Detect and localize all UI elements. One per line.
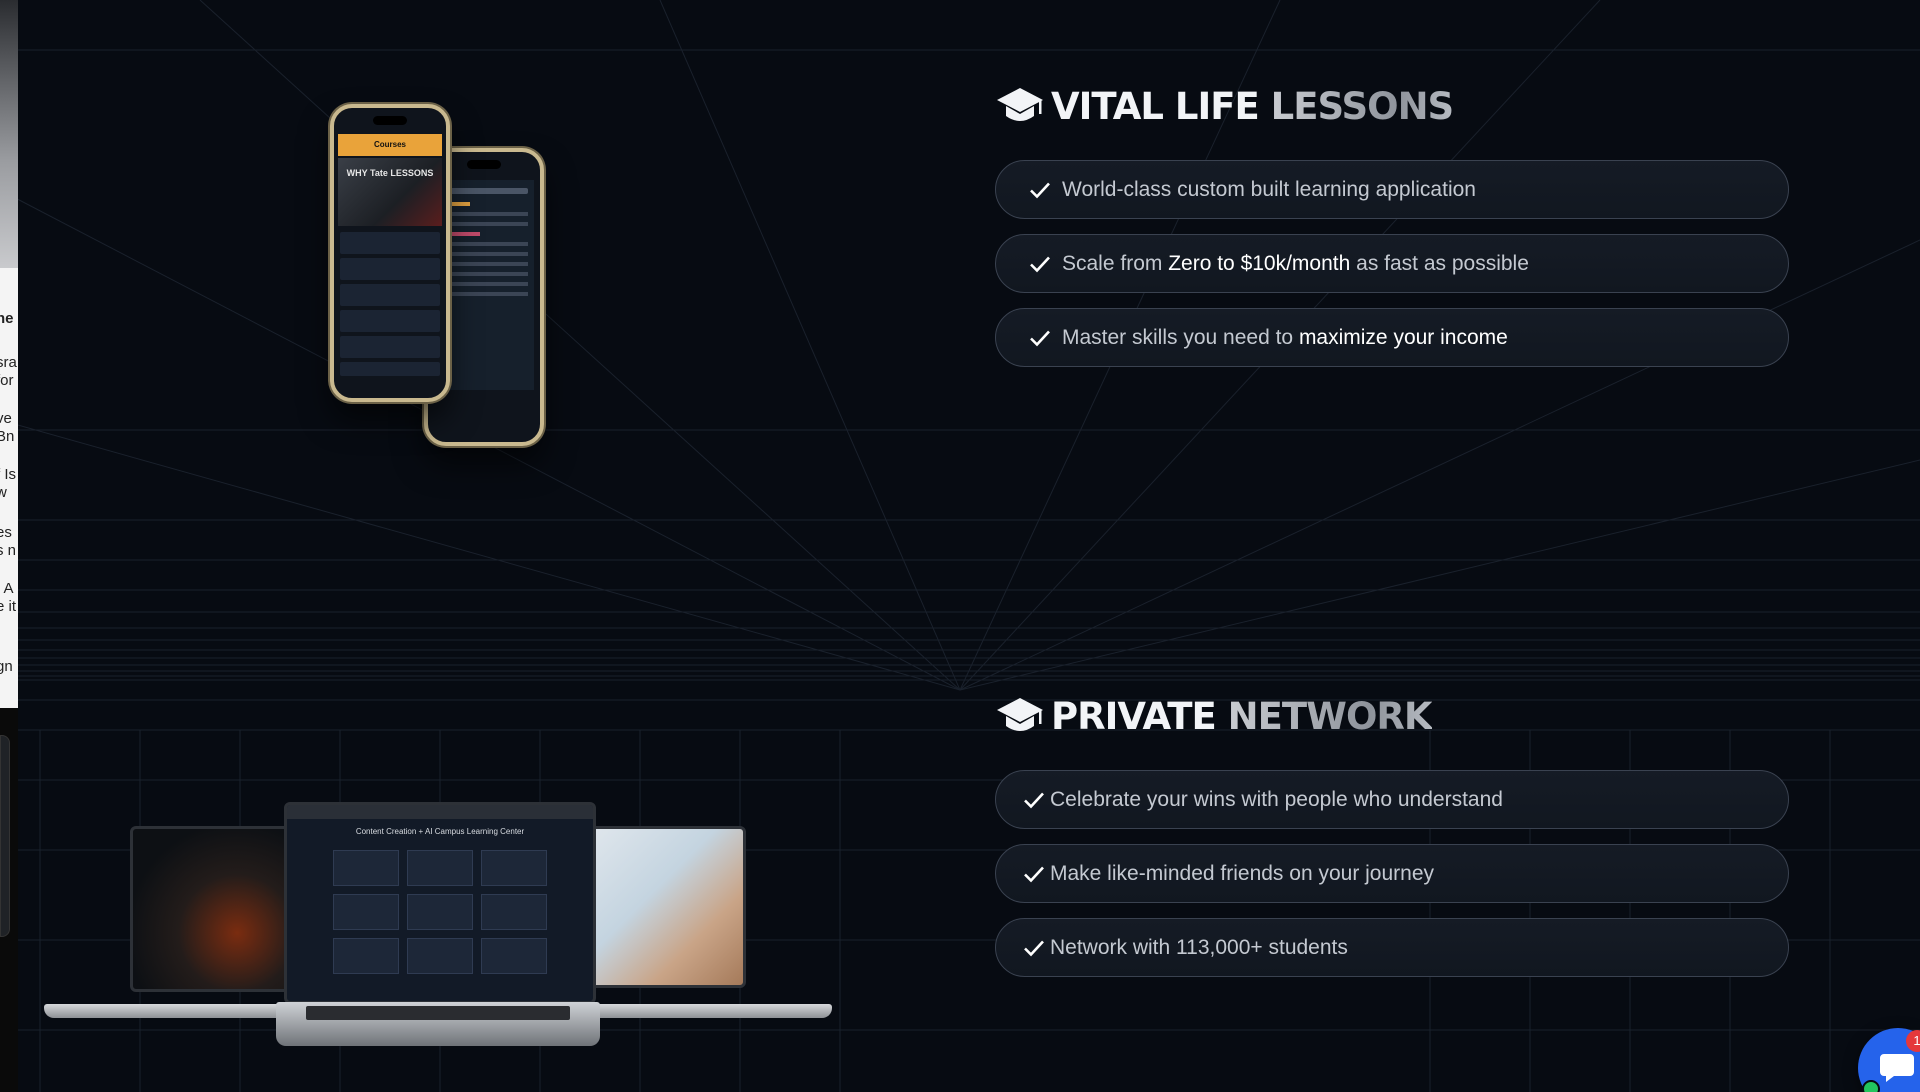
phone-input-row [340, 362, 440, 376]
laptop-right-screen [590, 826, 746, 988]
feature-pill: Scale from Zero to $10k/month as fast as… [995, 234, 1789, 293]
sliver-text: e it [0, 598, 17, 615]
laptop-left-screen [130, 826, 296, 992]
check-icon [1030, 256, 1050, 272]
sliver-text: Bn [0, 428, 15, 445]
feature-text: World-class custom built learning applic… [1062, 177, 1476, 201]
section-title-secondary: LESSONS [1270, 84, 1455, 128]
course-tile [333, 850, 399, 886]
section-title: PRIVATE NETWORK [1051, 694, 1433, 738]
sliver-text: f Is [0, 466, 17, 483]
phone-list-row [340, 232, 440, 254]
laptop-left-base [44, 1004, 300, 1018]
chat-icon [1880, 1054, 1914, 1082]
phone-list-row [340, 284, 440, 306]
sliver-text: sra [0, 354, 17, 371]
feature-pill: Make like-minded friends on your journey [995, 844, 1789, 903]
course-tile [407, 938, 473, 974]
phone-list-row [340, 310, 440, 332]
sliver-scroll-panel [0, 735, 10, 937]
section-title-secondary: NETWORK [1227, 694, 1433, 738]
laptop-keyboard [306, 1006, 570, 1020]
sliver-text: for [0, 372, 14, 389]
sliver-text: es [0, 524, 12, 541]
adjacent-window-sliver: ne sra for ve Bn f Is w es s n , A e it … [0, 0, 18, 1092]
section-title-primary: PRIVATE [1051, 694, 1217, 738]
check-icon [1024, 866, 1044, 882]
phone-front: Courses WHY Tate LESSONS [330, 104, 450, 402]
laptop-center-base [276, 1002, 600, 1046]
browser-bar [287, 805, 593, 819]
sliver-text: w [0, 484, 7, 501]
feature-text: Celebrate your wins with people who unde… [1050, 787, 1503, 811]
feature-pill: Celebrate your wins with people who unde… [995, 770, 1789, 829]
feature-text: Scale from Zero to $10k/month as fast as… [1062, 251, 1529, 275]
feature-text: Make like-minded friends on your journey [1050, 861, 1435, 885]
course-tile [333, 894, 399, 930]
phone-header: Courses [338, 134, 442, 156]
course-tile-grid [333, 850, 547, 974]
check-icon [1030, 330, 1050, 346]
phone-notch [467, 160, 501, 169]
feature-text: Master skills you need to maximize your … [1062, 325, 1508, 349]
section-header-network: PRIVATE NETWORK [995, 694, 1433, 738]
phone-poster: WHY Tate LESSONS [338, 158, 442, 226]
laptop-page-title: Content Creation + AI Campus Learning Ce… [355, 827, 525, 836]
phone-notch [373, 116, 407, 125]
course-tile [481, 850, 547, 886]
course-tile [481, 938, 547, 974]
course-tile [333, 938, 399, 974]
online-status-dot [1862, 1080, 1880, 1092]
sliver-image [0, 0, 18, 268]
landing-page: ne sra for ve Bn f Is w es s n , A e it … [0, 0, 1920, 1092]
phone-list-row [340, 336, 440, 358]
check-icon [1024, 940, 1044, 956]
sliver-text-panel: ne sra for ve Bn f Is w es s n , A e it … [0, 268, 18, 708]
graduation-cap-icon [997, 698, 1043, 731]
feature-pill: Network with 113,000+ students [995, 918, 1789, 977]
graduation-cap-icon [997, 88, 1043, 121]
section-header-lessons: VITAL LIFE LESSONS [995, 84, 1455, 128]
laptop-center-screen: Content Creation + AI Campus Learning Ce… [284, 802, 596, 1004]
laptop-right-base [590, 1004, 832, 1018]
check-icon [1030, 182, 1050, 198]
course-tile [407, 850, 473, 886]
section-title: VITAL LIFE LESSONS [1051, 84, 1455, 128]
feature-text: Network with 113,000+ students [1050, 935, 1348, 959]
course-tile [407, 894, 473, 930]
check-icon [1024, 792, 1044, 808]
section-title-primary: VITAL LIFE [1051, 84, 1260, 128]
sliver-text: ve [0, 410, 12, 427]
feature-pill: Master skills you need to maximize your … [995, 308, 1789, 367]
sliver-text: , A [0, 580, 14, 597]
sliver-text: gn [0, 658, 13, 675]
sliver-text: s n [0, 542, 17, 559]
course-tile [481, 894, 547, 930]
sliver-text: ne [0, 310, 14, 327]
phone-list-row [340, 258, 440, 280]
feature-pill: World-class custom built learning applic… [995, 160, 1789, 219]
